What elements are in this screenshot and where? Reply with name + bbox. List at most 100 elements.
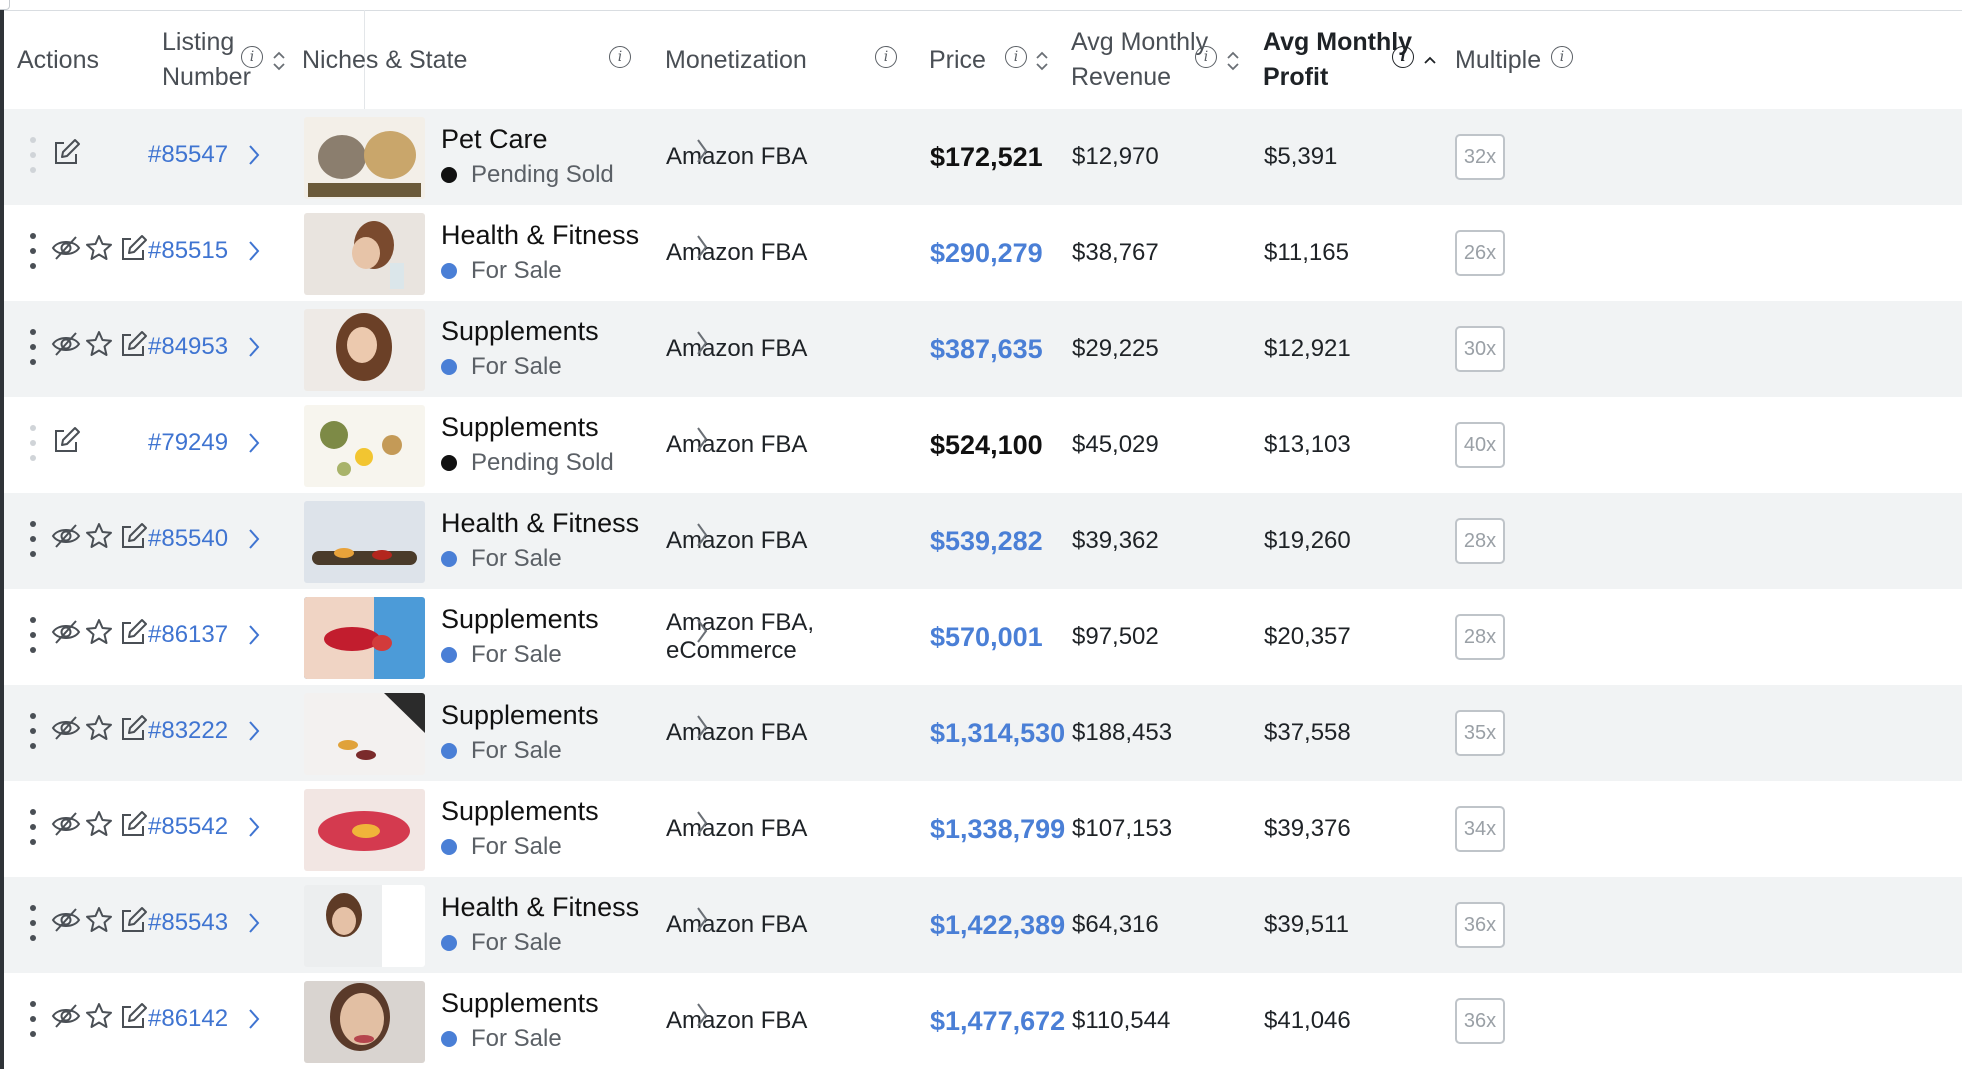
edit-icon[interactable] [118, 233, 148, 263]
edit-icon[interactable] [118, 809, 148, 839]
listing-link[interactable]: #85540 [148, 525, 228, 553]
eye-slash-icon[interactable] [51, 1001, 81, 1031]
listing-link[interactable]: #85543 [148, 909, 228, 937]
table-row[interactable]: #85542 Supplements For Sale Amazon FBA $… [4, 781, 1962, 877]
kebab-menu-icon[interactable] [30, 521, 36, 557]
listing-thumbnail[interactable] [304, 405, 425, 487]
edit-icon[interactable] [118, 521, 148, 551]
star-icon[interactable] [84, 329, 114, 359]
star-icon[interactable] [84, 1001, 114, 1031]
chevron-right-icon[interactable] [248, 623, 260, 647]
eye-slash-icon[interactable] [51, 233, 81, 263]
listing-link[interactable]: #85547 [148, 141, 228, 169]
info-icon[interactable]: i [1195, 46, 1217, 68]
table-row[interactable]: #79249 Supplements Pending Sold Amazon F… [4, 397, 1962, 493]
listing-thumbnail[interactable] [304, 213, 425, 295]
listing-thumbnail[interactable] [304, 597, 425, 679]
chevron-right-icon[interactable] [695, 137, 709, 165]
multiple-badge[interactable]: 34x [1455, 806, 1505, 852]
table-row[interactable]: #83222 Supplements For Sale Amazon FBA $… [4, 685, 1962, 781]
eye-slash-icon[interactable] [51, 521, 81, 551]
table-row[interactable]: #86142 Supplements For Sale Amazon FBA $… [4, 973, 1962, 1069]
table-row[interactable]: #85515 Health & Fitness For Sale Amazon … [4, 205, 1962, 301]
listing-thumbnail[interactable] [304, 885, 425, 967]
chevron-right-icon[interactable] [695, 521, 709, 549]
info-icon[interactable]: i [609, 46, 631, 68]
edit-icon[interactable] [118, 1001, 148, 1031]
chevron-right-icon[interactable] [248, 527, 260, 551]
eye-slash-icon[interactable] [51, 809, 81, 839]
chevron-right-icon[interactable] [248, 719, 260, 743]
table-row[interactable]: #85547 Pet Care Pending Sold Amazon FBA … [4, 109, 1962, 205]
listing-link[interactable]: #86137 [148, 621, 228, 649]
chevron-right-icon[interactable] [248, 815, 260, 839]
kebab-menu-icon[interactable] [30, 713, 36, 749]
multiple-badge[interactable]: 28x [1455, 614, 1505, 660]
chevron-right-icon[interactable] [695, 329, 709, 357]
info-icon[interactable]: i [1392, 46, 1414, 68]
eye-slash-icon[interactable] [51, 905, 81, 935]
kebab-menu-icon[interactable] [30, 137, 36, 173]
header-avg-monthly-profit[interactable]: Avg Monthly Profit i [1253, 11, 1445, 109]
table-row[interactable]: #84953 Supplements For Sale Amazon FBA $… [4, 301, 1962, 397]
edit-icon[interactable] [118, 713, 148, 743]
chevron-right-icon[interactable] [248, 239, 260, 263]
multiple-badge[interactable]: 36x [1455, 902, 1505, 948]
star-icon[interactable] [84, 617, 114, 647]
star-icon[interactable] [84, 713, 114, 743]
chevron-right-icon[interactable] [248, 911, 260, 935]
kebab-menu-icon[interactable] [30, 425, 36, 461]
listing-link[interactable]: #85515 [148, 237, 228, 265]
info-icon[interactable]: i [241, 46, 263, 68]
table-row[interactable]: #85543 Health & Fitness For Sale Amazon … [4, 877, 1962, 973]
listing-thumbnail[interactable] [304, 117, 425, 199]
kebab-menu-icon[interactable] [30, 1001, 36, 1037]
info-icon[interactable]: i [1005, 46, 1027, 68]
edit-icon[interactable] [51, 137, 81, 167]
multiple-badge[interactable]: 26x [1455, 230, 1505, 276]
chevron-right-icon[interactable] [248, 335, 260, 359]
sort-updown-icon[interactable] [1226, 48, 1240, 74]
chevron-right-icon[interactable] [695, 233, 709, 261]
listing-thumbnail[interactable] [304, 693, 425, 775]
edit-icon[interactable] [51, 425, 81, 455]
multiple-badge[interactable]: 40x [1455, 422, 1505, 468]
header-listing-number[interactable]: Listing Number i [148, 11, 293, 109]
listing-link[interactable]: #84953 [148, 333, 228, 361]
kebab-menu-icon[interactable] [30, 329, 36, 365]
chevron-right-icon[interactable] [248, 431, 260, 455]
eye-slash-icon[interactable] [51, 713, 81, 743]
edit-icon[interactable] [118, 905, 148, 935]
sort-updown-icon[interactable] [1035, 48, 1049, 74]
kebab-menu-icon[interactable] [30, 233, 36, 269]
edit-icon[interactable] [118, 329, 148, 359]
listing-thumbnail[interactable] [304, 501, 425, 583]
kebab-menu-icon[interactable] [30, 809, 36, 845]
star-icon[interactable] [84, 521, 114, 551]
kebab-menu-icon[interactable] [30, 905, 36, 941]
chevron-right-icon[interactable] [695, 905, 709, 933]
star-icon[interactable] [84, 809, 114, 839]
listing-link[interactable]: #83222 [148, 717, 228, 745]
listing-link[interactable]: #86142 [148, 1005, 228, 1033]
chevron-right-icon[interactable] [248, 1007, 260, 1031]
chevron-right-icon[interactable] [695, 1001, 709, 1029]
info-icon[interactable]: i [1551, 46, 1573, 68]
table-row[interactable]: #86137 Supplements For Sale Amazon FBA, … [4, 589, 1962, 685]
eye-slash-icon[interactable] [51, 329, 81, 359]
sort-updown-icon[interactable] [272, 48, 286, 74]
sort-up-icon[interactable] [1423, 48, 1437, 74]
listing-link[interactable]: #85542 [148, 813, 228, 841]
listing-thumbnail[interactable] [304, 309, 425, 391]
chevron-right-icon[interactable] [695, 713, 709, 741]
multiple-badge[interactable]: 30x [1455, 326, 1505, 372]
chevron-right-icon[interactable] [695, 617, 709, 645]
listing-thumbnail[interactable] [304, 981, 425, 1063]
info-icon[interactable]: i [875, 46, 897, 68]
star-icon[interactable] [84, 905, 114, 935]
star-icon[interactable] [84, 233, 114, 263]
header-price[interactable]: Price i [917, 11, 1061, 109]
chevron-right-icon[interactable] [695, 425, 709, 453]
table-row[interactable]: #85540 Health & Fitness For Sale Amazon … [4, 493, 1962, 589]
listing-link[interactable]: #79249 [148, 429, 228, 457]
